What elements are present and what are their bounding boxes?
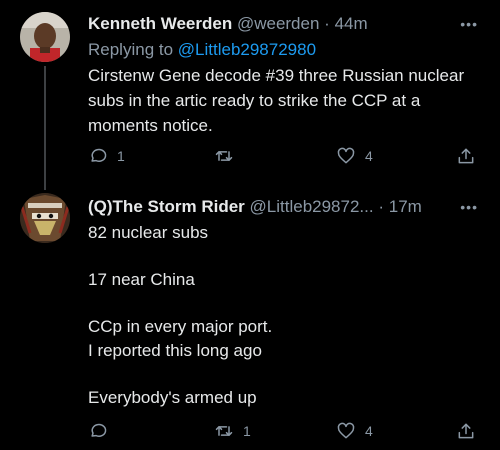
tweet-actions: 1 4 [0,421,500,445]
replying-to-label: Replying to [88,40,178,59]
tweet-text-line: Cirstenw Gene decode #39 three Russian n… [88,66,465,85]
tweet-header: Kenneth Weerden @weerden · 44m [88,14,500,34]
more-options-icon[interactable]: ••• [460,199,478,215]
handle[interactable]: @weerden [237,14,319,33]
display-name[interactable]: (Q)The Storm Rider [88,197,245,216]
heart-icon [337,422,355,439]
like-button[interactable]: 4 [336,146,373,166]
reply-button[interactable] [88,421,117,441]
tweet-text: 82 nuclear subs 17 near China CCp in eve… [88,221,476,409]
share-button[interactable] [456,421,476,441]
tweet-text-line: Everybody's armed up [88,387,257,407]
thread-line [44,66,46,190]
display-name[interactable]: Kenneth Weerden [88,14,232,33]
share-icon [458,148,474,164]
reply-count: 1 [117,148,125,164]
share-button[interactable] [456,146,476,166]
like-button[interactable]: 4 [336,421,373,441]
reply-button[interactable]: 1 [88,146,125,166]
tweet-text-line [88,245,476,269]
retweet-icon [215,151,233,161]
separator-dot: · [324,14,330,33]
tweet-text-line [88,292,476,316]
tweet-text-line: subs in the artic ready to strike the CC… [88,91,421,110]
heart-icon [337,147,355,164]
tweet-text: Cirstenw Gene decode #39 three Russian n… [88,63,476,138]
tweet-text-line [88,362,476,386]
tweet-text-line: 82 nuclear subs [88,223,209,242]
retweet-button[interactable] [214,146,243,166]
timestamp[interactable]: 44m [335,14,368,33]
retweet-button[interactable]: 1 [214,421,251,441]
tweet-text-line: CCp in every major port. [88,317,273,336]
tweet-kenneth-weerden[interactable]: Kenneth Weerden @weerden · 44m ••• Reply… [0,0,500,190]
replying-to: Replying to @Littleb29872980 [88,40,316,60]
handle[interactable]: @Littleb29872... [250,197,374,216]
mention-link[interactable]: @Littleb29872980 [178,40,316,59]
like-count: 4 [365,423,373,439]
retweet-icon [215,426,233,436]
tweet-storm-rider[interactable]: (Q)The Storm Rider @Littleb29872... · 17… [0,183,500,450]
avatar[interactable] [20,12,70,62]
like-count: 4 [365,148,373,164]
tweet-text-line: moments notice. [88,116,213,135]
tweet-text-line: I reported this long ago [88,340,262,360]
more-options-icon[interactable]: ••• [460,16,478,32]
timestamp[interactable]: 17m [389,197,422,216]
tweet-actions: 1 4 [0,146,500,170]
avatar[interactable] [20,193,70,243]
reply-icon [91,148,107,162]
share-icon [458,423,474,439]
reply-icon [91,423,107,437]
retweet-count: 1 [243,423,251,439]
separator-dot: · [378,197,385,216]
tweet-header: (Q)The Storm Rider @Littleb29872... · 17… [88,197,500,217]
tweet-text-line: 17 near China [88,270,195,289]
